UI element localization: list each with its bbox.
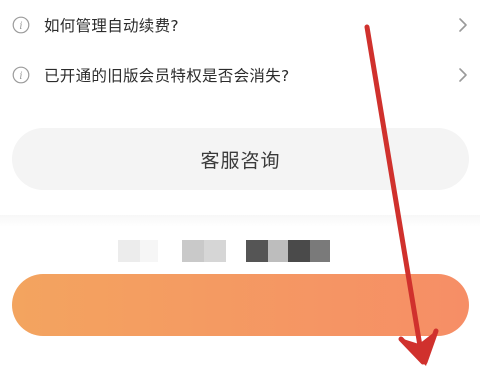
- customer-service-button[interactable]: 客服咨询: [12, 128, 469, 190]
- chevron-right-icon: [459, 18, 467, 32]
- purchase-button[interactable]: [12, 274, 469, 336]
- chevron-right-icon: [459, 68, 467, 82]
- svg-text:i: i: [19, 71, 22, 82]
- obscured-price-text: [118, 240, 330, 262]
- faq-item-label: 如何管理自动续费?: [44, 17, 179, 35]
- info-icon: i: [12, 66, 30, 84]
- customer-service-label: 客服咨询: [200, 149, 281, 172]
- faq-item-old-privileges[interactable]: i 已开通的旧版会员特权是否会消失?: [0, 50, 480, 100]
- info-icon: i: [12, 16, 30, 34]
- page: i 如何管理自动续费? i 已开通的旧版会员特权是否会消失? 客服咨询: [0, 0, 480, 369]
- section-divider: [0, 215, 480, 227]
- faq-item-label: 已开通的旧版会员特权是否会消失?: [44, 67, 290, 85]
- faq-item-auto-renew[interactable]: i 如何管理自动续费?: [0, 0, 480, 50]
- svg-text:i: i: [19, 21, 22, 32]
